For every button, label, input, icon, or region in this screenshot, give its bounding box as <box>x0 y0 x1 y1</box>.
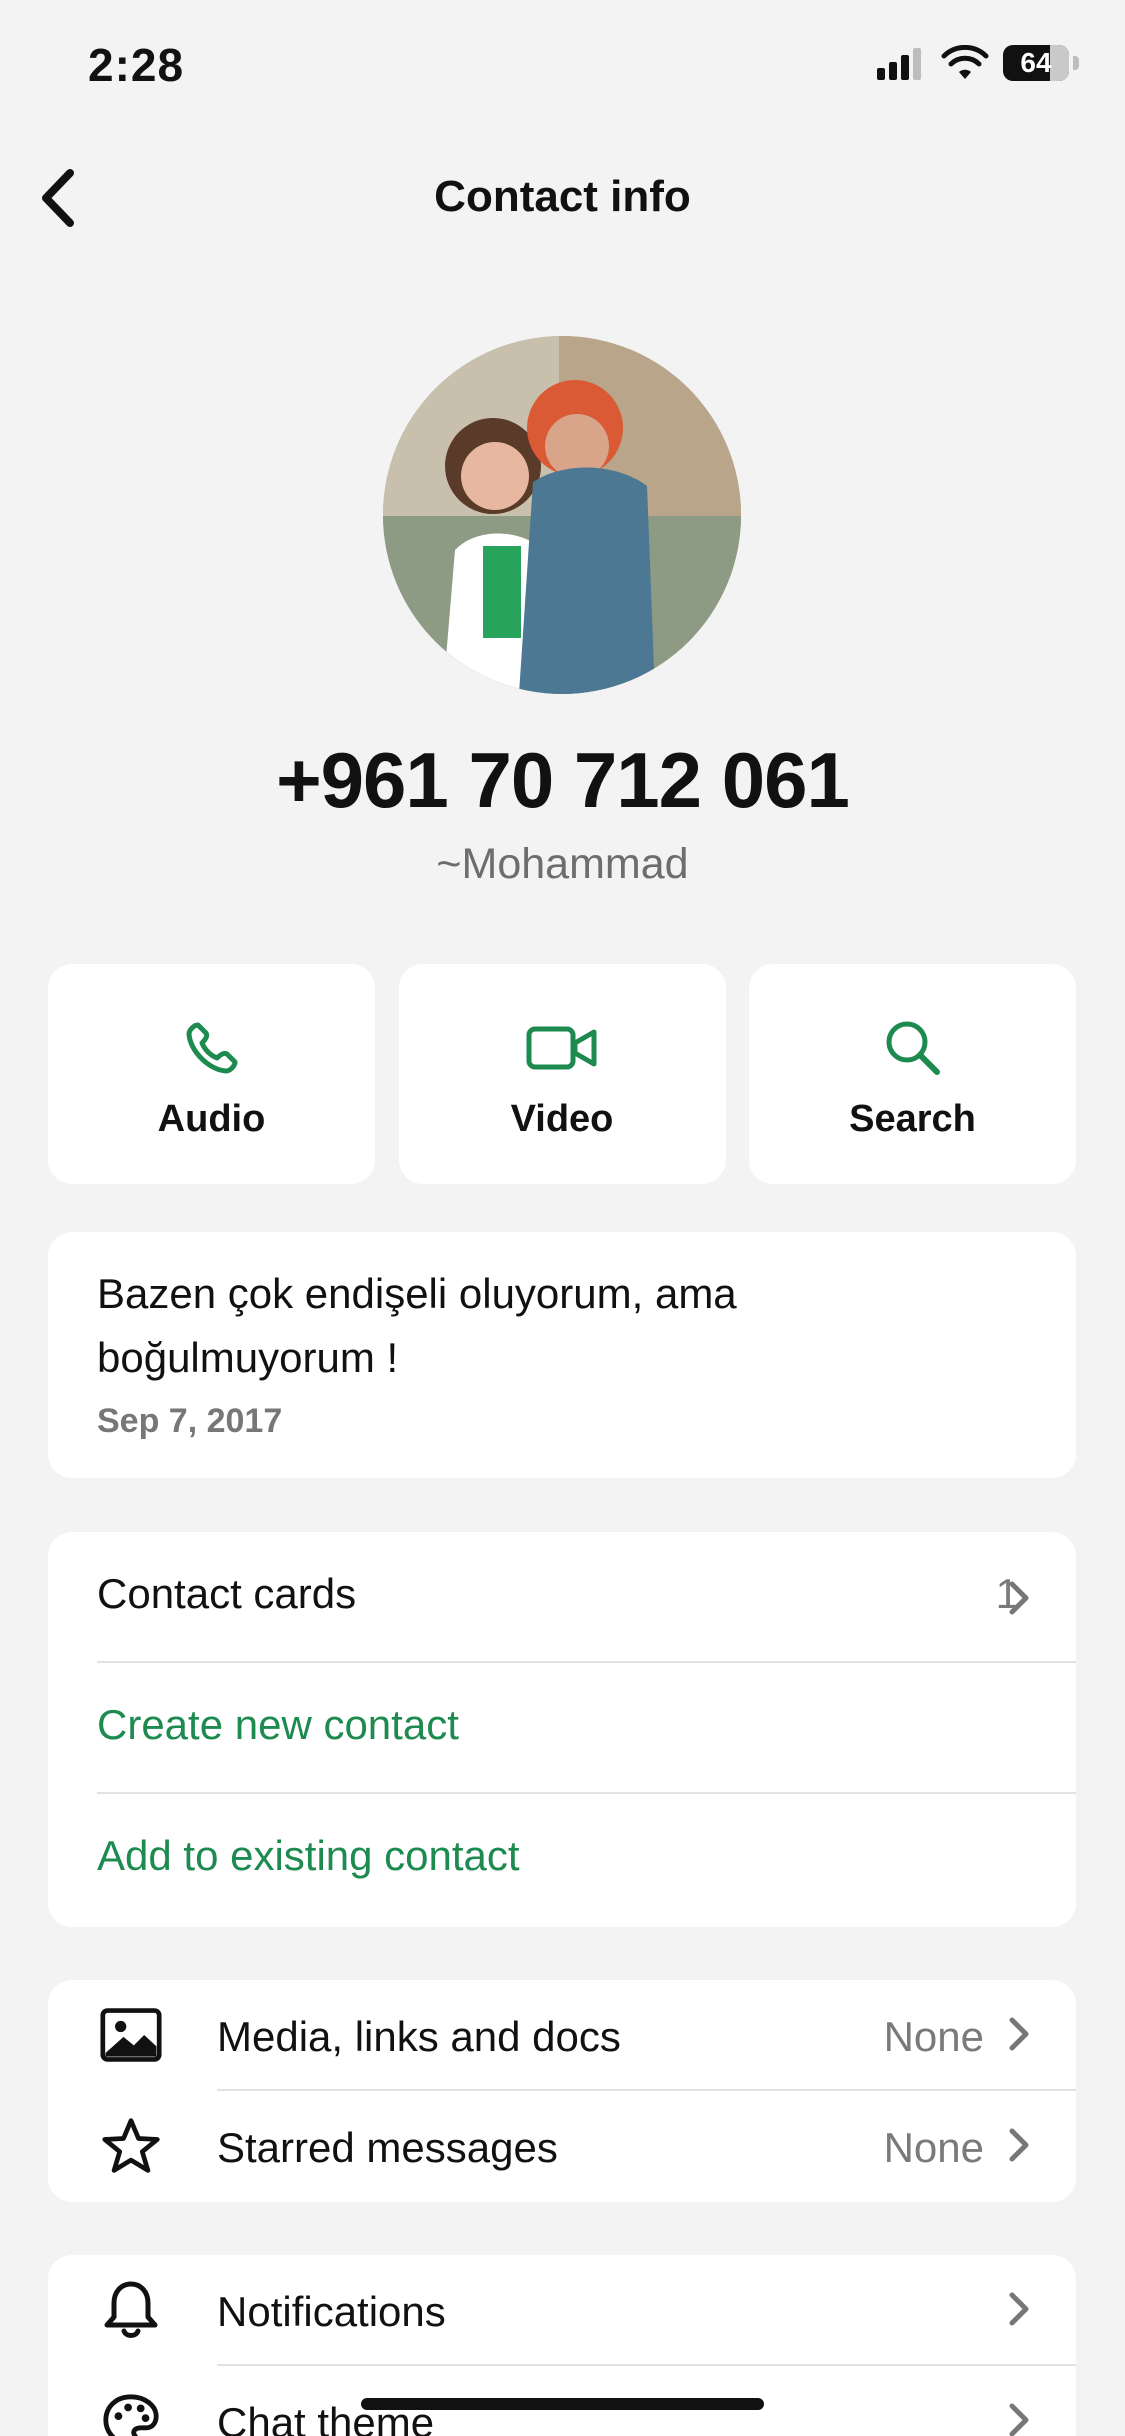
page-title: Contact info <box>434 172 691 221</box>
chevron-right-icon <box>1009 2292 1029 2326</box>
media-links-docs-row[interactable]: Media, links and docs None <box>48 1980 1076 2091</box>
chevron-right-icon <box>1009 2128 1029 2162</box>
contact-phone-number: +961 70 712 061 <box>276 736 850 824</box>
profile-photo-icon <box>383 336 741 694</box>
notifications-label: Notifications <box>217 2288 446 2335</box>
wifi-icon <box>941 45 989 79</box>
media-links-docs-value: None <box>883 2013 984 2060</box>
about-date: Sep 7, 2017 <box>97 1402 283 1440</box>
phone-icon <box>172 1008 252 1088</box>
video-call-button[interactable]: Video <box>398 964 726 1184</box>
video-label: Video <box>510 1098 614 1140</box>
create-new-contact-button[interactable]: Create new contact <box>48 1663 1076 1794</box>
about-section: Bazen çok endişeli oluyorum, ama boğulmu… <box>48 1232 1076 1478</box>
search-button[interactable]: Search <box>749 964 1076 1184</box>
contact-card-section: Contact cards 1 Create new contact Add t… <box>48 1532 1076 1927</box>
audio-call-button[interactable]: Audio <box>48 964 375 1184</box>
chevron-right-icon <box>1009 2017 1029 2051</box>
starred-messages-value: None <box>883 2124 984 2171</box>
battery-cap <box>1073 56 1079 70</box>
search-icon <box>873 1008 953 1088</box>
signal-icon <box>877 48 921 80</box>
starred-messages-label: Starred messages <box>217 2124 558 2171</box>
media-section: Media, links and docs None Starred messa… <box>48 1980 1076 2202</box>
about-text: Bazen çok endişeli oluyorum, ama boğulmu… <box>97 1270 737 1381</box>
starred-messages-row[interactable]: Starred messages None <box>48 2091 1076 2202</box>
palette-icon <box>100 2390 162 2436</box>
notifications-row[interactable]: Notifications <box>48 2255 1076 2366</box>
status-time: 2:28 <box>88 39 185 91</box>
status-bar: 2:28 64 <box>0 0 1125 140</box>
audio-label: Audio <box>157 1098 266 1140</box>
chevron-right-icon <box>1009 1581 1029 1615</box>
status-icons: 64 <box>877 45 1079 81</box>
star-icon <box>100 2115 162 2177</box>
media-links-docs-label: Media, links and docs <box>217 2013 621 2060</box>
add-to-existing-contact-button[interactable]: Add to existing contact <box>48 1794 1076 1925</box>
video-icon <box>522 1008 602 1088</box>
battery-percentage: 64 <box>1020 47 1052 78</box>
avatar[interactable] <box>383 336 741 694</box>
quick-actions: Audio Video Search <box>48 964 1076 1184</box>
navigation-bar: Contact info <box>0 150 1125 250</box>
battery-icon: 64 <box>1003 45 1069 81</box>
contact-name: ~Mohammad <box>436 840 689 888</box>
chevron-right-icon <box>1009 2403 1029 2436</box>
contact-cards-row[interactable]: Contact cards 1 <box>48 1532 1076 1663</box>
create-new-contact-label: Create new contact <box>97 1701 459 1748</box>
add-to-existing-contact-label: Add to existing contact <box>97 1832 520 1879</box>
home-indicator[interactable] <box>361 2398 764 2410</box>
image-icon <box>100 2004 162 2066</box>
bell-icon <box>100 2279 162 2341</box>
contact-cards-label: Contact cards <box>97 1570 357 1617</box>
search-label: Search <box>849 1098 976 1140</box>
